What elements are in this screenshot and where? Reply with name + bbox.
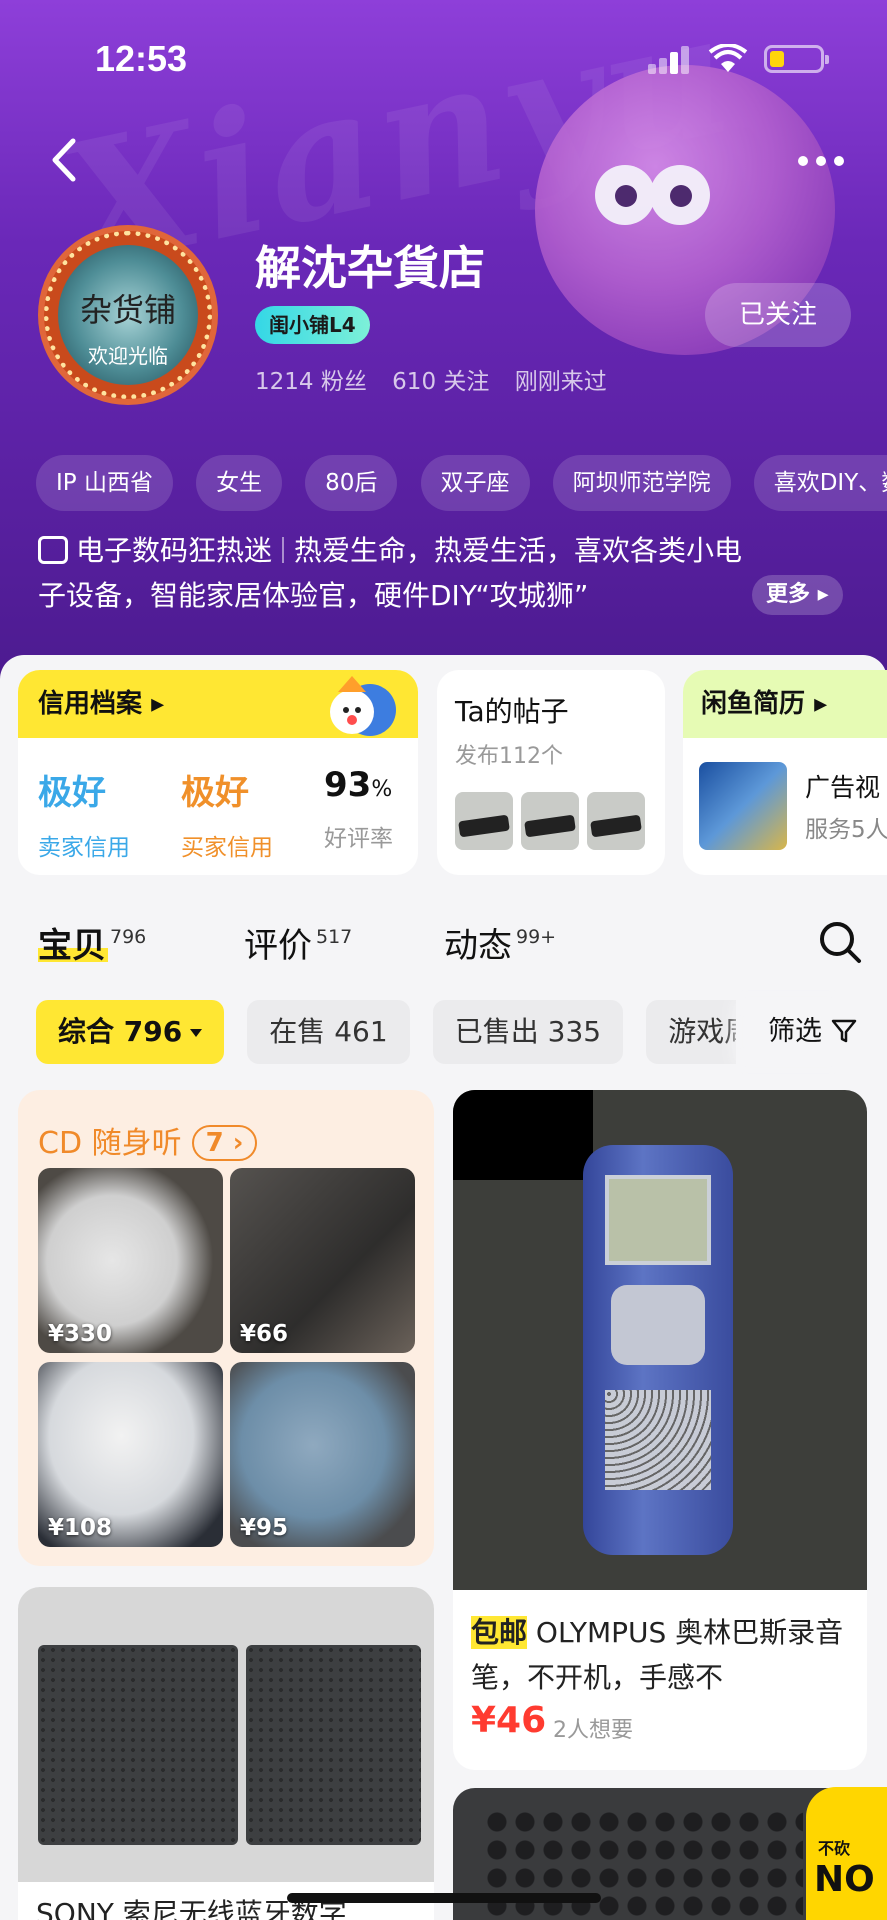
filter-funnel-icon: [831, 1019, 856, 1043]
resume-item-title: 广告视: [805, 773, 881, 802]
bio-text-line2: 子设备，智能家居体验官，硬件DIY“攻城狮”: [38, 579, 589, 612]
product-title: 包邮 OLYMPUS 奥林巴斯录音笔，不开机，手感不: [471, 1616, 844, 1694]
game-controller-icon: [38, 536, 68, 564]
search-icon[interactable]: [818, 920, 862, 964]
shop-name: 解沈卆貨店: [255, 241, 485, 295]
follow-button[interactable]: 已关注: [705, 283, 851, 347]
back-arrow-icon[interactable]: [45, 135, 85, 185]
shop-bio: 电子数码狂热迷 热爱生命，热爱生活，喜欢各类小电 子设备，智能家居体验官，硬件DI…: [38, 528, 848, 618]
avatar-text-top: 杂货铺: [79, 291, 176, 329]
chevron-down-icon: [190, 1029, 203, 1037]
tab-activity[interactable]: 动态 99+: [444, 918, 556, 967]
last-seen: 刚刚来过: [514, 369, 607, 395]
product-wants: 2人想要: [553, 1718, 633, 1743]
tag-gender: 女生: [196, 455, 283, 511]
bio-category: 电子数码狂热迷: [76, 534, 273, 567]
bio-more-button[interactable]: 更多 ▸: [752, 575, 843, 615]
chip-sold[interactable]: 已售出 335: [432, 1000, 624, 1064]
filter-button[interactable]: 筛选: [748, 1000, 857, 1064]
cd-item-thumbnail[interactable]: ¥66: [230, 1168, 415, 1353]
cd-collection-count[interactable]: 7 ›: [191, 1125, 258, 1161]
cd-item-thumbnail[interactable]: ¥330: [38, 1168, 223, 1353]
positive-rate-value: 93%: [324, 765, 393, 805]
product-card[interactable]: SONY 索尼无线蓝牙数字: [18, 1587, 434, 1920]
tab-reviews[interactable]: 评价 517: [244, 918, 352, 967]
cd-collection-card[interactable]: CD 随身听 7 › ¥330 ¥66 ¥108 ¥95: [18, 1090, 434, 1566]
content-tabs: 宝贝 796 评价 517 动态 99+: [0, 900, 887, 980]
post-thumbnail[interactable]: [455, 792, 513, 850]
tag-hobby: 喜欢DIY、数: [753, 455, 887, 511]
no-bargain-sticker[interactable]: 不砍 NO: [806, 1787, 887, 1920]
status-bar: 12:53: [0, 0, 887, 115]
tag-zodiac: 双子座: [420, 455, 530, 511]
resume-item-subtitle: 服务5人: [805, 817, 887, 843]
posts-card[interactable]: Ta的帖子 发布112个: [437, 670, 665, 875]
resume-title: 闲鱼简历 ▸: [683, 670, 887, 738]
positive-rate-label: 好评率: [324, 826, 393, 852]
more-options-icon[interactable]: [798, 150, 848, 170]
level-badge[interactable]: 闺小铺L4: [255, 306, 370, 344]
posts-subtitle: 发布112个: [455, 744, 563, 769]
fans-count[interactable]: 1214 粉丝: [255, 369, 367, 395]
chip-on-sale[interactable]: 在售 461: [247, 1000, 410, 1064]
tag-school: 阿坝师范学院: [552, 455, 731, 511]
post-thumbnail[interactable]: [521, 792, 579, 850]
avatar-text-bottom: 欢迎光临: [88, 344, 168, 368]
resume-item-image: [699, 762, 787, 850]
cd-item-thumbnail[interactable]: ¥108: [38, 1362, 223, 1547]
shop-header: Xianyu 12:53 杂货铺 欢迎光临 解沈卆貨店 闺小铺L4 1214 粉…: [0, 0, 887, 700]
chip-games[interactable]: 游戏周: [646, 1000, 736, 1064]
following-count[interactable]: 610 关注: [392, 369, 489, 395]
seller-credit-label: 卖家信用: [38, 835, 130, 861]
cd-item-thumbnail[interactable]: ¥95: [230, 1362, 415, 1547]
credit-card[interactable]: 信用档案 ▸ 极好 卖家信用 极好 买家信用 93% 好评率: [18, 670, 418, 875]
signal-icon: [648, 44, 690, 74]
tag-location: IP 山西省: [36, 455, 173, 511]
buyer-credit-label: 买家信用: [181, 835, 273, 861]
resume-card[interactable]: 闲鱼简历 ▸ 广告视 服务5人: [683, 670, 887, 875]
product-card[interactable]: 包邮 OLYMPUS 奥林巴斯录音笔，不开机，手感不 ¥46 2人想要: [453, 1090, 867, 1770]
post-thumbnail[interactable]: [587, 792, 645, 850]
posts-title: Ta的帖子: [455, 695, 569, 728]
shop-avatar[interactable]: 杂货铺 欢迎光临: [38, 225, 218, 405]
clown-mascot-icon: [330, 676, 396, 736]
cd-collection-title: CD 随身听 7 ›: [38, 1118, 258, 1162]
wifi-icon: [708, 44, 748, 72]
chip-all[interactable]: 综合 796: [36, 1000, 225, 1064]
product-price: ¥46: [471, 1700, 547, 1741]
bio-text-line1: 热爱生命，热爱生活，喜欢各类小电: [294, 534, 743, 567]
battery-icon: [764, 45, 829, 73]
tab-items[interactable]: 宝贝 796: [38, 918, 146, 967]
tag-age: 80后: [305, 455, 398, 511]
product-image: [453, 1090, 867, 1590]
seller-credit-value: 极好: [38, 773, 106, 813]
free-shipping-badge: 包邮: [471, 1616, 528, 1649]
home-indicator: [287, 1893, 601, 1903]
product-image: [18, 1587, 434, 1882]
buyer-credit-value: 极好: [181, 773, 249, 813]
profile-tags: IP 山西省 女生 80后 双子座 阿坝师范学院 喜欢DIY、数: [36, 455, 887, 511]
filter-chips: 综合 796 在售 461 已售出 335 游戏周: [36, 1000, 736, 1064]
shop-stats: 1214 粉丝 610 关注 刚刚来过: [255, 362, 625, 396]
status-time: 12:53: [95, 38, 188, 79]
